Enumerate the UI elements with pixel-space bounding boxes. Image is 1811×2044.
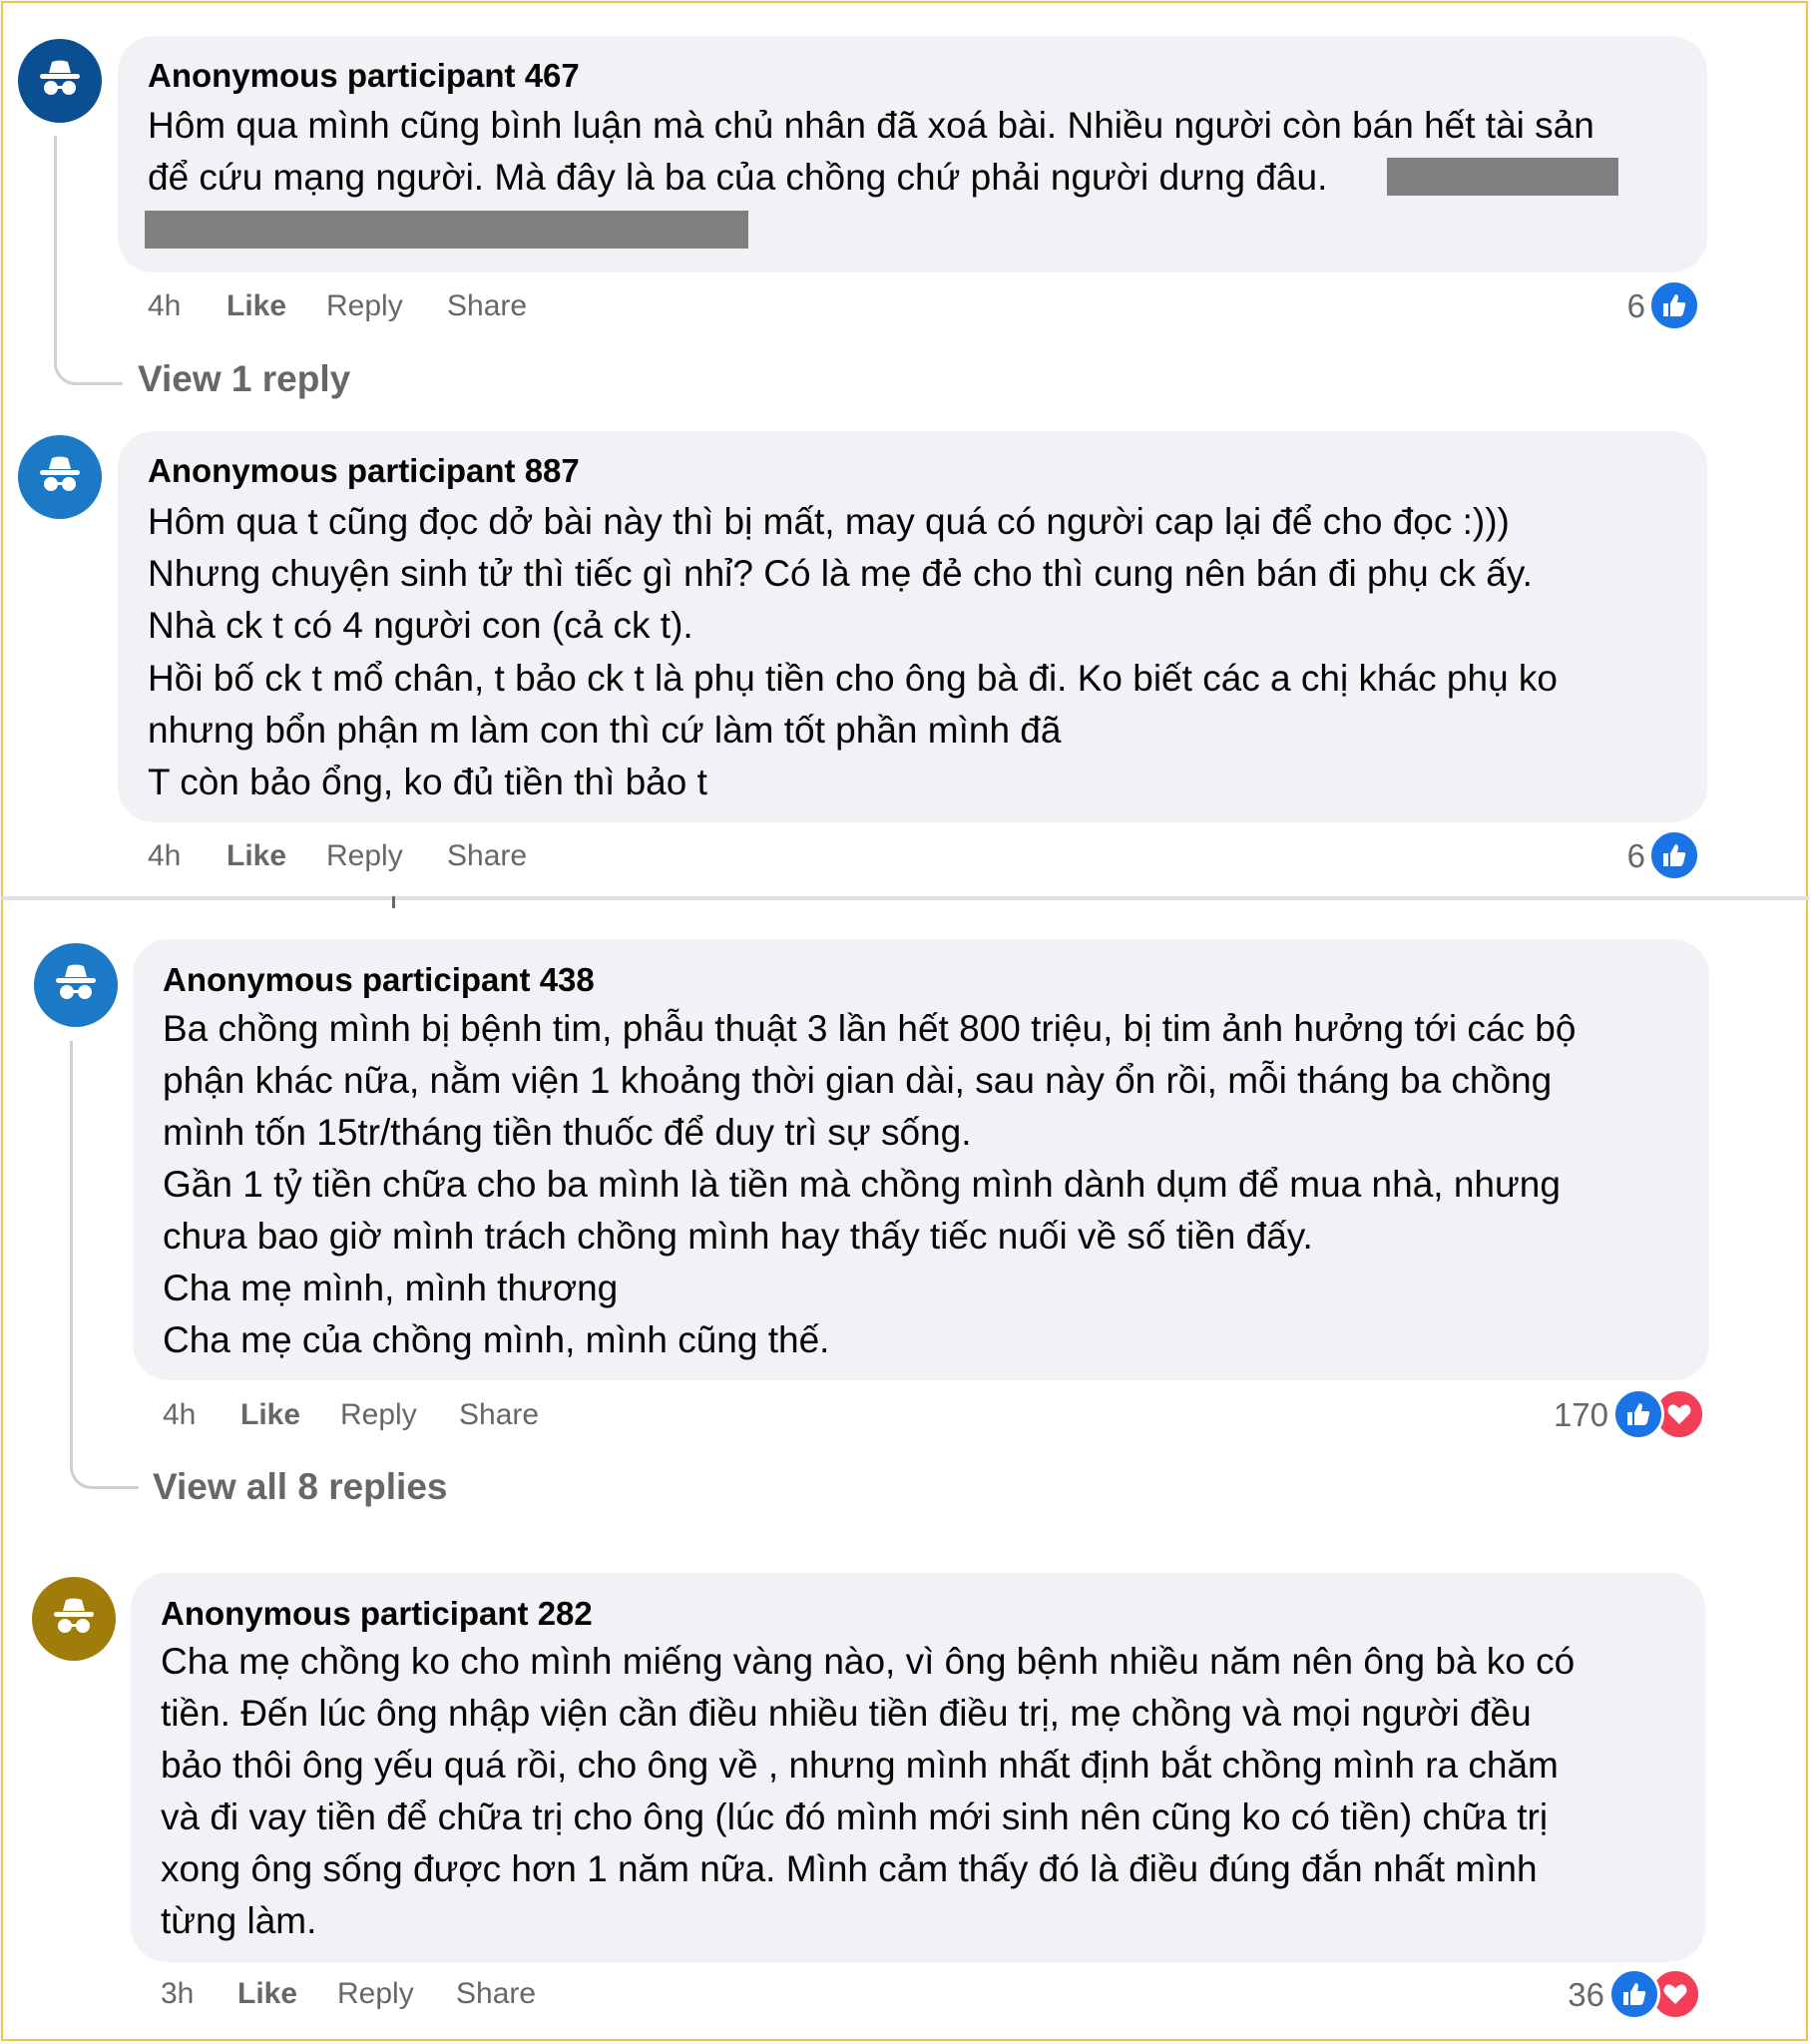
like-button[interactable]: Like bbox=[226, 288, 286, 324]
comment-timestamp: 3h bbox=[161, 1977, 195, 2010]
comment-timestamp: 4h bbox=[148, 289, 182, 322]
incognito-icon bbox=[56, 964, 96, 999]
avatar[interactable] bbox=[34, 943, 118, 1027]
comment-text-line: để cứu mạng người. Mà đây là ba của chồn… bbox=[148, 157, 1328, 198]
comment-text-line: Gần 1 tỷ tiền chữa cho ba mình là tiền m… bbox=[163, 1164, 1561, 1205]
comment-author[interactable]: Anonymous participant 438 bbox=[163, 960, 595, 1000]
share-button[interactable]: Share bbox=[456, 1976, 536, 2012]
like-button[interactable]: Like bbox=[237, 1976, 297, 2012]
comment-text-line: T còn bảo ổng, ko đủ tiền thì bảo t bbox=[148, 762, 707, 802]
comment-text-line: phận khác nữa, nằm viện 1 khoảng thời gi… bbox=[163, 1060, 1553, 1101]
comment-author[interactable]: Anonymous participant 467 bbox=[148, 56, 580, 96]
comment-text-line: Hôm qua mình cũng bình luận mà chủ nhân … bbox=[148, 105, 1594, 146]
comment-timestamp: 4h bbox=[163, 1398, 197, 1431]
incognito-icon bbox=[40, 60, 80, 95]
comment-text-line: bảo thôi ông yếu quá rồi, cho ông về , n… bbox=[161, 1745, 1559, 1786]
comment-text-line: tiền. Đến lúc ông nhập viện cần điều nhi… bbox=[161, 1693, 1532, 1734]
comment-timestamp: 4h bbox=[148, 839, 182, 872]
reaction-count[interactable]: 6 bbox=[1627, 836, 1645, 876]
comment-text-line: Hôm qua t cũng đọc dở bài này thì bị mất… bbox=[148, 501, 1510, 542]
reaction-count[interactable]: 170 bbox=[1554, 1395, 1608, 1435]
reply-button[interactable]: Reply bbox=[340, 1397, 417, 1433]
comment-text-line: Cha mẹ chồng ko cho mình miếng vàng nào,… bbox=[161, 1641, 1576, 1682]
redacted-block bbox=[145, 211, 748, 249]
reply-thread-line bbox=[54, 136, 123, 385]
reaction-count[interactable]: 36 bbox=[1568, 1975, 1604, 2015]
screenshot-divider bbox=[2, 896, 1809, 900]
like-reaction-icon[interactable] bbox=[1612, 1388, 1664, 1440]
like-button[interactable]: Like bbox=[226, 838, 286, 874]
view-replies-link[interactable]: View all 8 replies bbox=[153, 1465, 448, 1509]
comment-author[interactable]: Anonymous participant 282 bbox=[161, 1594, 593, 1634]
comment-text-line: từng làm. bbox=[161, 1900, 317, 1941]
comment-text-line: Ba chồng mình bị bệnh tim, phẫu thuật 3 … bbox=[163, 1008, 1577, 1049]
share-button[interactable]: Share bbox=[447, 288, 527, 324]
avatar[interactable] bbox=[18, 39, 102, 123]
avatar[interactable] bbox=[18, 435, 102, 519]
share-button[interactable]: Share bbox=[447, 838, 527, 874]
cropped-text-fragment bbox=[392, 896, 395, 908]
reply-button[interactable]: Reply bbox=[337, 1976, 414, 2012]
avatar[interactable] bbox=[32, 1577, 116, 1661]
comment-text-line: Hồi bố ck t mổ chân, t bảo ck t là phụ t… bbox=[148, 658, 1559, 699]
comment-text-line: chưa bao giờ mình trách chồng mình hay t… bbox=[163, 1216, 1313, 1257]
comment-author[interactable]: Anonymous participant 887 bbox=[148, 451, 580, 491]
like-reaction-icon[interactable] bbox=[1608, 1968, 1660, 2020]
incognito-icon bbox=[40, 456, 80, 491]
comment-text-line: Nhà ck t có 4 người con (cả ck t). bbox=[148, 605, 693, 646]
comment-text-line: xong ông sống được hơn 1 năm nữa. Mình c… bbox=[161, 1848, 1538, 1889]
comment-text-line: Cha mẹ của chồng mình, mình cũng thế. bbox=[163, 1319, 830, 1360]
comment-text-line: và đi vay tiền để chữa trị cho ông (lúc … bbox=[161, 1796, 1549, 1837]
view-replies-link[interactable]: View 1 reply bbox=[138, 357, 350, 401]
like-reaction-icon[interactable] bbox=[1648, 829, 1700, 881]
share-button[interactable]: Share bbox=[459, 1397, 539, 1433]
reply-thread-line bbox=[70, 1041, 139, 1489]
incognito-icon bbox=[54, 1598, 94, 1633]
redacted-block bbox=[1387, 158, 1618, 196]
like-reaction-icon[interactable] bbox=[1648, 279, 1700, 331]
reply-button[interactable]: Reply bbox=[326, 288, 403, 324]
comment-text-line: nhưng bổn phận m làm con thì cứ làm tốt … bbox=[148, 710, 1062, 751]
reaction-count[interactable]: 6 bbox=[1627, 286, 1645, 326]
reply-button[interactable]: Reply bbox=[326, 838, 403, 874]
comment-text-line: Cha mẹ mình, mình thương bbox=[163, 1268, 619, 1308]
comment-text-line: Nhưng chuyện sinh tử thì tiếc gì nhỉ? Có… bbox=[148, 553, 1533, 594]
like-button[interactable]: Like bbox=[240, 1397, 300, 1433]
comment-text-line: mình tốn 15tr/tháng tiền thuốc để duy tr… bbox=[163, 1112, 972, 1153]
